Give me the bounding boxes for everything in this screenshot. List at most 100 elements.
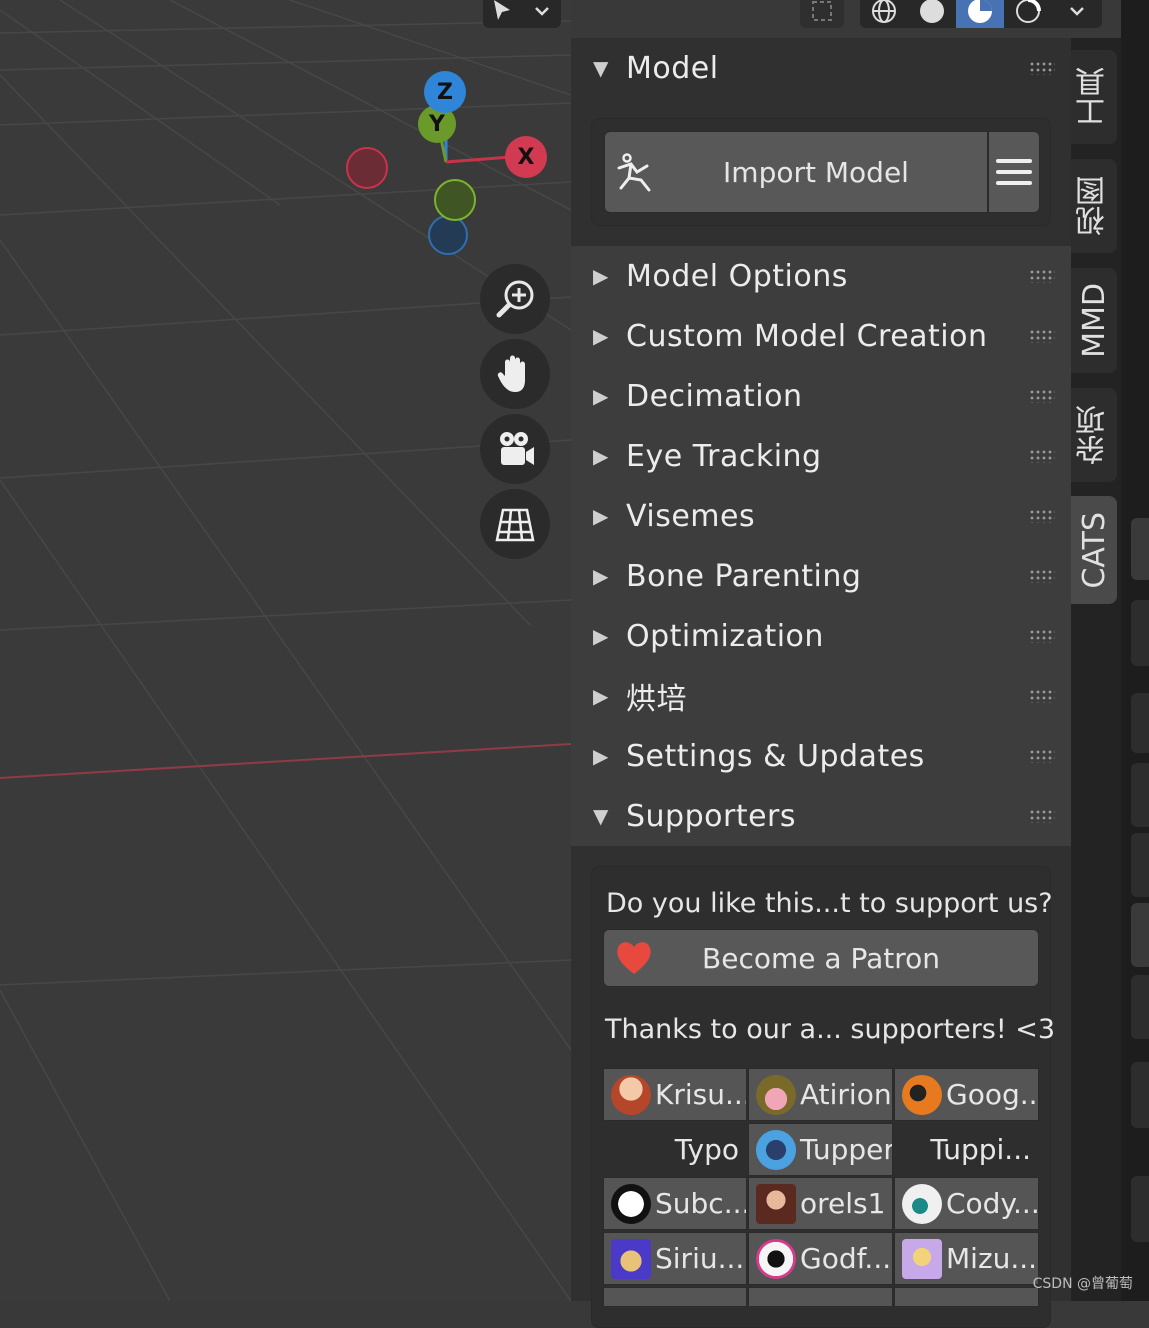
supporter-avatar <box>756 1238 796 1279</box>
ortho-toggle-button[interactable] <box>480 489 550 559</box>
edge-tab[interactable] <box>1131 518 1149 580</box>
supporter-button[interactable] <box>894 1287 1039 1307</box>
supporters-panel-header[interactable]: ▼ Supporters <box>571 786 1071 846</box>
import-box: Import Model <box>591 118 1051 226</box>
edge-tab[interactable] <box>1131 975 1149 1039</box>
section-header-decimation[interactable]: ▶ Decimation <box>571 366 1071 426</box>
section-title: Model Options <box>626 258 848 294</box>
supporter-button[interactable]: orels1 <box>748 1177 893 1230</box>
zoom-button[interactable] <box>480 264 550 334</box>
section-header-bake[interactable]: ▶ 烘培 <box>571 666 1071 726</box>
rendered-shading-icon[interactable] <box>1004 0 1052 28</box>
pan-button[interactable] <box>480 339 550 409</box>
drag-grip-icon[interactable] <box>1029 449 1055 463</box>
edge-tab[interactable] <box>1131 693 1149 753</box>
drag-grip-icon[interactable] <box>1029 569 1055 583</box>
supporter-button[interactable]: Cody... <box>894 1177 1039 1230</box>
properties-editor-edge <box>1121 0 1149 1301</box>
supporter-name: Tuppi... <box>930 1133 1031 1166</box>
import-model-button[interactable]: Import Model <box>604 131 988 213</box>
neg-y-axis-handle[interactable] <box>434 179 476 221</box>
section-title: Bone Parenting <box>626 558 862 594</box>
tab-misc[interactable]: 杂项 <box>1071 388 1117 482</box>
section-header-custom-model-creation[interactable]: ▶ Custom Model Creation <box>571 306 1071 366</box>
supporter-button[interactable]: Siriu... <box>603 1232 747 1285</box>
edge-tab[interactable] <box>1131 903 1149 967</box>
edge-tab[interactable] <box>1131 833 1149 897</box>
section-header-model-options[interactable]: ▶ Model Options <box>571 246 1071 306</box>
chevron-down-icon[interactable] <box>1052 0 1102 28</box>
tab-label: CATS <box>1076 511 1112 589</box>
edge-tab[interactable] <box>1131 600 1149 666</box>
model-panel-body: Import Model <box>571 98 1071 246</box>
supporter-name: Subc... <box>655 1187 747 1220</box>
section-header-eye-tracking[interactable]: ▶ Eye Tracking <box>571 426 1071 486</box>
z-axis-handle[interactable]: Z <box>424 71 466 113</box>
supporter-button[interactable]: Krisu... <box>603 1068 747 1121</box>
supporter-button[interactable] <box>748 1287 893 1307</box>
solid-shading-icon[interactable] <box>908 0 956 28</box>
xray-icon[interactable] <box>800 0 844 28</box>
supporter-button[interactable] <box>603 1287 747 1307</box>
section-header-bone-parenting[interactable]: ▶ Bone Parenting <box>571 546 1071 606</box>
camera-view-button[interactable] <box>480 414 550 484</box>
pan-hand-icon <box>497 355 525 392</box>
collapsed-triangle-icon: ▶ <box>593 744 609 768</box>
drag-grip-icon[interactable] <box>1029 689 1055 703</box>
edge-tab[interactable] <box>1131 763 1149 827</box>
tab-cats[interactable]: CATS <box>1071 496 1117 604</box>
supporter-name: Atirion <box>800 1078 892 1111</box>
drag-grip-icon[interactable] <box>1029 749 1055 763</box>
supporter-button[interactable]: Subc... <box>603 1177 747 1230</box>
tab-tool[interactable]: 工具 <box>1071 50 1117 144</box>
edge-tab[interactable] <box>1131 1176 1149 1242</box>
supporter-name: orels1 <box>800 1187 886 1220</box>
supporter-button[interactable]: Atirion <box>748 1068 893 1121</box>
neg-x-axis-handle[interactable] <box>346 147 388 189</box>
x-axis-handle[interactable]: X <box>505 136 547 178</box>
tab-view[interactable]: 视图 <box>1071 159 1117 253</box>
material-shading-icon[interactable] <box>956 0 1004 28</box>
shading-mode-group[interactable] <box>860 0 1102 28</box>
supporter-button[interactable]: Godf... <box>748 1232 893 1285</box>
drag-grip-icon[interactable] <box>1029 329 1055 343</box>
camera-icon <box>500 432 534 465</box>
neg-z-axis-handle[interactable] <box>428 215 468 255</box>
drag-grip-icon[interactable] <box>1029 269 1055 283</box>
collapsed-triangle-icon: ▶ <box>593 684 609 708</box>
supporter-avatar <box>756 1129 796 1170</box>
section-header-visemes[interactable]: ▶ Visemes <box>571 486 1071 546</box>
xray-toggle[interactable] <box>800 0 844 28</box>
drag-grip-icon[interactable] <box>1029 61 1055 75</box>
drag-grip-icon[interactable] <box>1029 389 1055 403</box>
model-panel-header[interactable]: ▼ Model <box>571 38 1071 98</box>
become-patron-button[interactable]: Become a Patron <box>603 929 1039 987</box>
supporter-name: Krisu... <box>655 1078 747 1111</box>
section-title: 烘培 <box>626 682 687 717</box>
supporter-name: Cody... <box>946 1187 1039 1220</box>
heart-icon <box>617 942 651 974</box>
model-panel-title: Model <box>626 50 719 86</box>
watermark: CSDN @曾葡萄 <box>1032 1276 1133 1292</box>
edge-tab[interactable] <box>1131 1062 1149 1128</box>
drag-grip-icon[interactable] <box>1029 629 1055 643</box>
tab-label: 杂项 <box>1076 405 1111 465</box>
supporter-button[interactable]: Goog... <box>894 1068 1039 1121</box>
supporter-button[interactable]: Tupper <box>748 1123 893 1176</box>
section-title: Settings & Updates <box>626 738 925 774</box>
wireframe-shading-icon[interactable] <box>860 0 908 28</box>
section-header-optimization[interactable]: ▶ Optimization <box>571 606 1071 666</box>
supporter-name: Mizu... <box>946 1242 1038 1275</box>
thanks-text: Thanks to our a... supporters! <3 <box>605 1014 1056 1045</box>
expanded-triangle-icon: ▼ <box>593 56 609 80</box>
import-menu-button[interactable] <box>988 131 1040 213</box>
supporter-button[interactable]: Mizu... <box>894 1232 1039 1285</box>
collapsed-triangle-icon: ▶ <box>593 564 609 588</box>
section-header-settings-updates[interactable]: ▶ Settings & Updates <box>571 726 1071 786</box>
drag-grip-icon[interactable] <box>1029 509 1055 523</box>
tab-mmd[interactable]: MMD <box>1071 268 1117 373</box>
drag-grip-icon[interactable] <box>1029 809 1055 823</box>
tab-label: 工具 <box>1076 67 1111 127</box>
supporter-name: Typo <box>674 1133 739 1166</box>
supporter-avatar <box>756 1074 796 1115</box>
